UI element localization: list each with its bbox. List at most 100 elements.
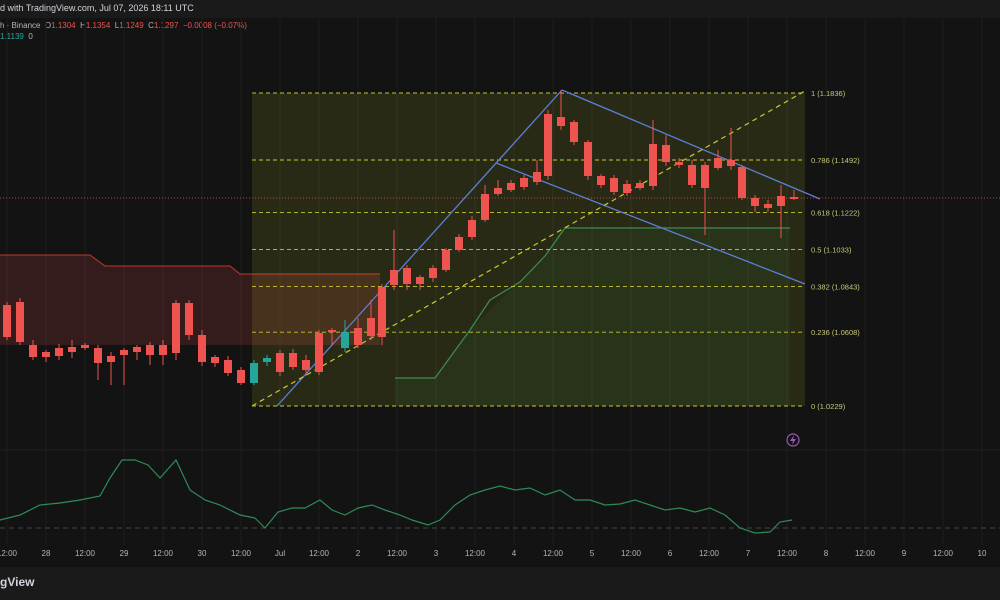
time-axis-label: 12:00 [75,549,96,558]
time-axis-label: 12:00 [621,549,642,558]
candle-body [378,287,386,337]
candle-body [544,114,552,176]
time-axis-label: 5 [590,549,595,558]
brand-logo: gView [0,575,35,589]
candle-body [790,197,798,199]
candle-body [416,277,424,284]
time-axis-label: 12:00 [387,549,408,558]
candle-body [442,250,450,270]
candle-body [263,358,271,362]
candle-body [584,142,592,176]
candle-body [623,184,631,193]
candle-body [198,335,206,362]
candle-body [341,332,349,348]
candle-body [636,183,644,188]
candle-body [507,183,515,190]
time-axis-label: 4 [512,549,517,558]
time-axis-label: 12:00 [855,549,876,558]
price-chart[interactable]: 1 (1.1836) 0.786 (1.1492) 0.618 (1.1222) 0.… [0,0,1000,600]
time-axis-label: 29 [120,549,129,558]
candle-body [367,318,375,336]
time-axis-label: 2 [356,549,361,558]
time-axis-label: 12:00 [465,549,486,558]
time-axis-label: Jul [275,549,285,558]
time-axis-label: 9 [902,549,907,558]
lightning-icon[interactable] [786,433,800,447]
fib-level-label: 0.236 (1.0608) [811,328,860,337]
candle-body [146,345,154,355]
candle-body [29,345,37,357]
candle-body [3,305,11,337]
candle-body [751,198,759,206]
oscillator-line [0,458,793,534]
time-axis-label: 12:00 [777,549,798,558]
candle-body [107,356,115,362]
candle-body [185,303,193,335]
fib-level-label: 0.786 (1.1492) [811,156,860,165]
candle-body [688,165,696,185]
fib-level-label: 0.5 (1.1033) [811,245,852,254]
fib-level-label: 1 (1.1836) [811,89,846,98]
candle-body [250,363,258,383]
candle-body [120,350,128,355]
time-axis-label: 8 [824,549,829,558]
candle-body [662,145,670,162]
candle-body [403,268,411,284]
candle-body [276,353,284,372]
candle-body [727,160,735,166]
candle-body [315,333,323,372]
candle-body [610,178,618,192]
candle-body [570,122,578,142]
candle-body [738,167,746,198]
candle-body [390,270,398,285]
candle-body [354,328,362,345]
candle-body [429,268,437,278]
candle-body [714,158,722,168]
time-axis-label: 10 [978,549,987,558]
candle-body [289,353,297,367]
candle-body [55,348,63,356]
candle-body [557,117,565,126]
candle-body [42,352,50,357]
candle-body [237,370,245,383]
bottom-bar [0,567,1000,600]
candle-body [777,196,785,206]
candle-body [159,345,167,355]
candle-body [468,220,476,237]
candle-body [481,194,489,220]
candle-body [701,165,709,188]
time-axis-label: 6 [668,549,673,558]
fib-level-label: 0.618 (1.1222) [811,209,860,218]
time-axis-label: 12:00 [543,549,564,558]
candle-body [172,303,180,353]
time-axis-label: 12:00 [153,549,174,558]
candle-body [520,178,528,187]
candle-body [94,348,102,363]
fib-level-label: 0 (1.0229) [811,402,846,411]
candle-body [597,176,605,185]
time-axis-label: 12:00 [0,549,18,558]
time-axis-label: 30 [198,549,207,558]
time-axis-label: 3 [434,549,439,558]
candle-body [16,302,24,342]
candle-body [133,347,141,352]
candle-body [675,162,683,165]
time-axis-label: 28 [42,549,51,558]
time-axis-label: 12:00 [309,549,330,558]
candle-body [211,357,219,363]
time-axis-label: 12:00 [231,549,252,558]
candle-body [302,360,310,370]
candle-body [494,188,502,194]
candle-body [455,237,463,250]
candle-body [764,204,772,208]
candle-body [81,345,89,348]
time-axis-label: 12:00 [699,549,720,558]
time-axis-label: 7 [746,549,751,558]
candle-body [649,144,657,186]
fib-level-label: 0.382 (1.0843) [811,282,860,291]
candle-body [533,172,541,182]
candle-body [68,347,76,352]
time-axis-label: 12:00 [933,549,954,558]
candle-body [328,330,336,332]
candle-body [224,360,232,373]
